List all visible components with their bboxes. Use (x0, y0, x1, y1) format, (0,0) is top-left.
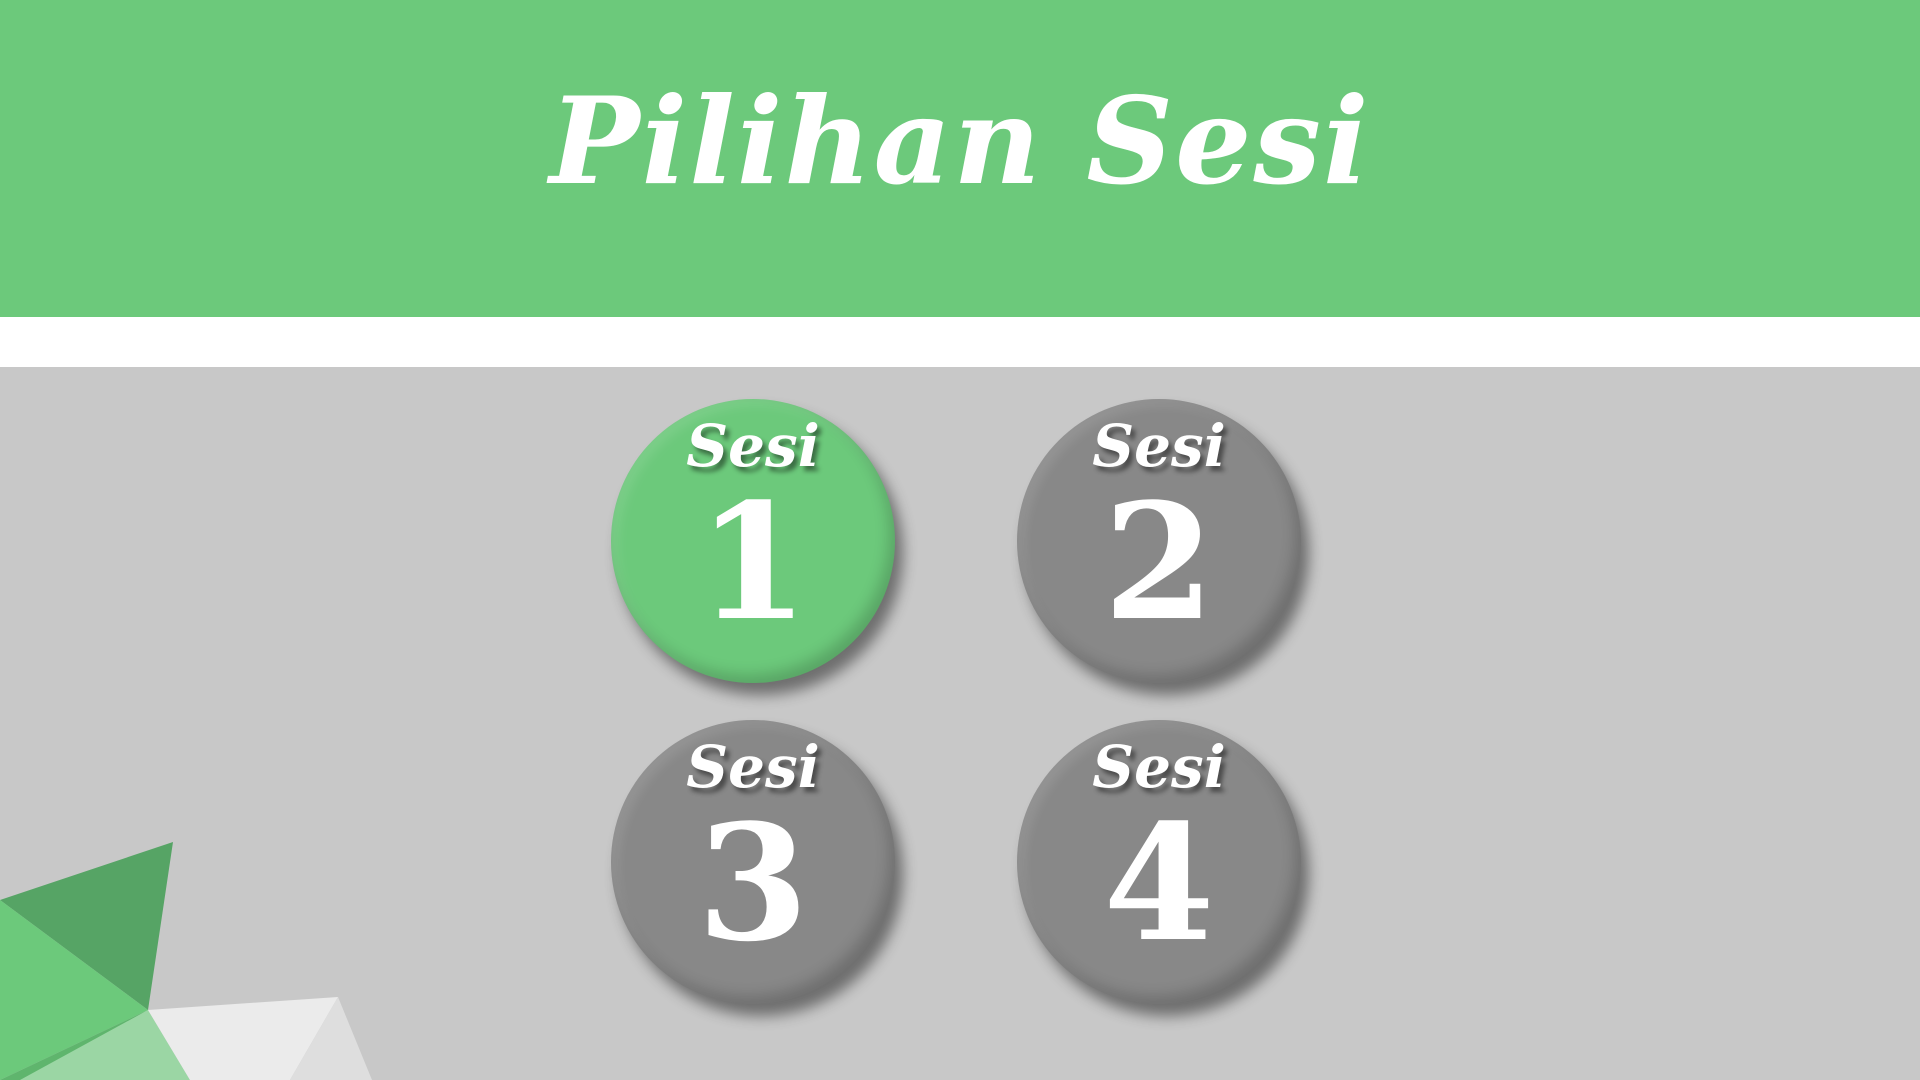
slide: Pilihan Sesi Sesi 1 Sesi 2 Sesi 3 Sesi 4 (0, 0, 1920, 1080)
session-2-button[interactable]: Sesi 2 (1017, 399, 1301, 683)
session-3-number: 3 (697, 789, 809, 977)
session-1-button[interactable]: Sesi 1 (611, 399, 895, 683)
session-2-number: 2 (1103, 468, 1215, 656)
session-3-button[interactable]: Sesi 3 (611, 720, 895, 1004)
decorative-polygons (0, 842, 372, 1080)
session-4-number: 4 (1103, 789, 1215, 977)
session-1-number: 1 (697, 468, 809, 656)
session-4-button[interactable]: Sesi 4 (1017, 720, 1301, 1004)
